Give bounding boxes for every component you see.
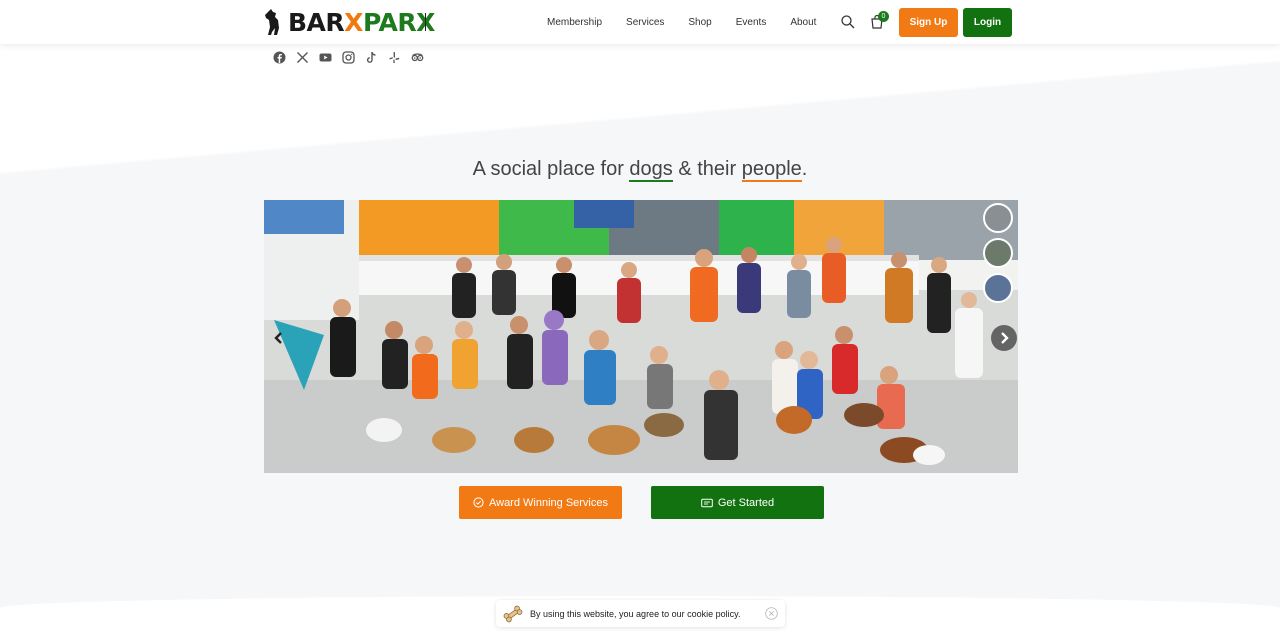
award-winning-services-label: Award Winning Services bbox=[488, 496, 608, 509]
main-nav: Membership Services Shop Events About bbox=[547, 0, 840, 44]
ticket-icon bbox=[701, 498, 713, 507]
sign-up-button[interactable]: Sign Up bbox=[899, 8, 958, 37]
hero-carousel-image[interactable] bbox=[264, 200, 1018, 473]
headline-word-dogs: dogs bbox=[629, 158, 673, 182]
login-button[interactable]: Login bbox=[963, 8, 1012, 37]
chevron-right-icon bbox=[1001, 332, 1009, 344]
chevron-left-icon bbox=[274, 332, 282, 344]
nav-item-events[interactable]: Events bbox=[736, 17, 767, 28]
carousel-thumb-3[interactable] bbox=[983, 273, 1013, 303]
headline-text-start: A social place for bbox=[472, 158, 630, 180]
site-header: BAR X PARX Membership Services Shop Even… bbox=[0, 0, 1280, 44]
cookie-policy-link[interactable]: cookie policy bbox=[687, 609, 738, 619]
nav-item-services[interactable]: Services bbox=[626, 17, 664, 28]
carousel-thumb-2[interactable] bbox=[983, 238, 1013, 268]
logo-part-bar: BAR bbox=[288, 7, 345, 37]
get-started-label: Get Started bbox=[717, 496, 775, 509]
hero-headline: A social place for dogs & their people. bbox=[0, 158, 1280, 182]
nav-item-shop[interactable]: Shop bbox=[688, 17, 711, 28]
carousel-thumb-1[interactable] bbox=[983, 203, 1013, 233]
cookie-notice: By using this website, you agree to our … bbox=[496, 600, 785, 627]
close-icon[interactable] bbox=[765, 607, 778, 620]
tripadvisor-icon[interactable] bbox=[411, 51, 424, 64]
instagram-icon[interactable] bbox=[342, 51, 355, 64]
search-icon[interactable] bbox=[840, 14, 856, 30]
tiktok-icon[interactable] bbox=[365, 51, 378, 64]
site-logo[interactable]: BAR X PARX bbox=[264, 7, 435, 37]
yelp-icon[interactable] bbox=[388, 51, 401, 64]
carousel-next-arrow[interactable] bbox=[991, 325, 1017, 351]
logo-part-x: X bbox=[344, 7, 363, 37]
carousel-prev-arrow[interactable] bbox=[266, 325, 292, 351]
badge-check-icon bbox=[473, 497, 484, 508]
cookie-notice-text: By using this website, you agree to our … bbox=[530, 609, 740, 619]
social-links bbox=[273, 51, 434, 64]
get-started-button[interactable]: Get Started bbox=[651, 486, 824, 519]
cookie-text-end: . bbox=[737, 608, 741, 619]
nav-item-membership[interactable]: Membership bbox=[547, 17, 602, 28]
logo-wordmark: BAR X PARX bbox=[288, 8, 435, 37]
group-photo-illustration bbox=[264, 200, 1018, 473]
headline-text-end: . bbox=[801, 158, 808, 180]
cookie-text-start: By using this website, you agree to our bbox=[530, 608, 688, 619]
carousel-thumbnails bbox=[983, 203, 1013, 308]
youtube-icon[interactable] bbox=[319, 51, 332, 64]
facebook-icon[interactable] bbox=[273, 51, 286, 64]
cart-count-badge: 0 bbox=[878, 11, 889, 22]
dog-logo-icon bbox=[265, 9, 279, 35]
nav-item-about[interactable]: About bbox=[790, 17, 816, 28]
headline-word-people: people bbox=[741, 158, 802, 182]
dog-bone-icon bbox=[503, 605, 523, 622]
award-winning-services-button[interactable]: Award Winning Services bbox=[459, 486, 622, 519]
x-icon[interactable] bbox=[296, 51, 309, 64]
headline-text-middle: & their bbox=[672, 158, 742, 180]
logo-divider bbox=[425, 13, 426, 31]
